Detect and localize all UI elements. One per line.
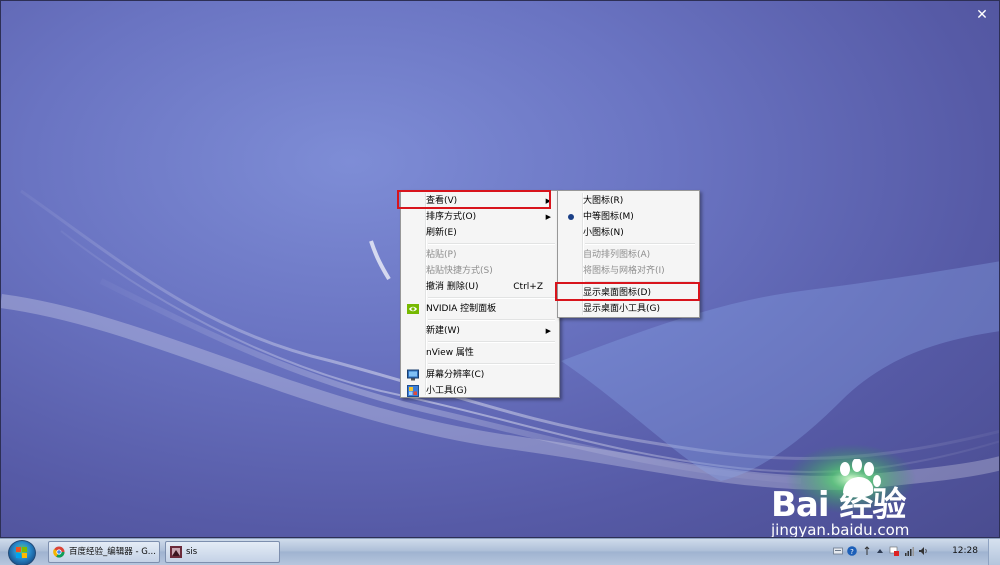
menu-item-new[interactable]: 新建(W) ▶ <box>403 323 557 339</box>
volume-icon[interactable] <box>918 546 928 556</box>
menu-item-paste-shortcut: 粘贴快捷方式(S) <box>403 263 557 279</box>
menu-item-label: 将图标与网格对齐(I) <box>583 266 665 276</box>
menu-item-large-icons[interactable]: 大图标(R) <box>560 193 697 209</box>
gadgets-icon <box>407 385 419 397</box>
menu-item-label: 小图标(N) <box>583 228 624 238</box>
menu-item-gadgets[interactable]: 小工具(G) <box>403 383 557 399</box>
taskbar-button-browser[interactable]: 百度经验_编辑器 - G... <box>48 541 160 563</box>
clock[interactable]: 12:28 <box>952 539 978 564</box>
radio-bullet-icon <box>568 214 574 220</box>
menu-item-label: 新建(W) <box>426 326 460 336</box>
start-button[interactable] <box>8 540 36 565</box>
flag-icon[interactable] <box>889 546 899 556</box>
menu-item-align-to-grid: 将图标与网格对齐(I) <box>560 263 697 279</box>
menu-item-label: 中等图标(M) <box>583 212 634 222</box>
menu-item-label: 刷新(E) <box>426 228 457 238</box>
taskbar-button-sis[interactable]: sis <box>165 541 280 563</box>
menu-item-label: 撤消 删除(U) <box>426 282 479 292</box>
menu-item-medium-icons[interactable]: 中等图标(M) <box>560 209 697 225</box>
show-desktop-button[interactable] <box>988 539 1000 565</box>
menu-item-label: NVIDIA 控制面板 <box>426 304 497 314</box>
menu-item-show-desktop-icons[interactable]: 显示桌面图标(D) <box>560 285 697 301</box>
taskbar: 百度经验_编辑器 - G... sis ? 12:28 <box>0 538 1000 565</box>
network-icon[interactable] <box>862 546 872 556</box>
keyboard-icon[interactable] <box>833 546 843 556</box>
menu-item-label: 粘贴(P) <box>426 250 457 260</box>
menu-item-small-icons[interactable]: 小图标(N) <box>560 225 697 241</box>
menu-item-label: 屏幕分辨率(C) <box>426 370 485 380</box>
taskbar-button-label: 百度经验_编辑器 - G... <box>69 547 156 557</box>
menu-item-nview-properties[interactable]: nView 属性 <box>403 345 557 361</box>
menu-item-show-desktop-gadgets[interactable]: 显示桌面小工具(G) <box>560 301 697 317</box>
submenu-arrow-icon: ▶ <box>545 327 551 335</box>
svg-text:?: ? <box>850 548 854 556</box>
menu-item-label: 小工具(G) <box>426 386 467 396</box>
menu-item-label: nView 属性 <box>426 348 474 358</box>
menu-item-nvidia-control-panel[interactable]: NVIDIA 控制面板 <box>403 301 557 317</box>
menu-item-label: 粘贴快捷方式(S) <box>426 266 493 276</box>
menu-item-auto-arrange: 自动排列图标(A) <box>560 247 697 263</box>
desktop[interactable]: ✕ 查看(V) ▶ 排序方式(O) ▶ 刷新(E) 粘贴(P) 粘贴快捷方式(S… <box>0 0 1000 538</box>
shortcut-label: Ctrl+Z <box>513 282 543 292</box>
menu-item-label: 查看(V) <box>426 196 458 206</box>
menu-item-paste: 粘贴(P) <box>403 247 557 263</box>
taskbar-button-label: sis <box>186 547 198 557</box>
menu-item-undo-delete[interactable]: 撤消 删除(U) Ctrl+Z <box>403 279 557 295</box>
menu-item-refresh[interactable]: 刷新(E) <box>403 225 557 241</box>
menu-item-label: 自动排列图标(A) <box>583 250 651 260</box>
app-icon <box>170 546 182 558</box>
show-hidden-icon[interactable] <box>875 546 885 556</box>
watermark-logo: Bai 经验 <box>771 485 906 525</box>
system-tray: ? 12:28 <box>825 539 1000 565</box>
submenu-arrow-icon: ▶ <box>545 213 551 221</box>
menu-item-label: 显示桌面图标(D) <box>583 288 651 298</box>
close-icon[interactable]: ✕ <box>973 6 991 24</box>
windows-logo-icon <box>16 547 27 558</box>
nvidia-icon <box>407 304 419 314</box>
chrome-icon <box>53 546 65 558</box>
menu-item-label: 大图标(R) <box>583 196 624 206</box>
monitor-icon <box>407 369 419 381</box>
menu-item-sort-by[interactable]: 排序方式(O) ▶ <box>403 209 557 225</box>
menu-item-screen-resolution[interactable]: 屏幕分辨率(C) <box>403 367 557 383</box>
signal-icon[interactable] <box>904 546 914 556</box>
menu-item-label: 显示桌面小工具(G) <box>583 304 660 314</box>
help-icon[interactable]: ? <box>847 546 857 556</box>
menu-item-view[interactable]: 查看(V) ▶ <box>403 193 557 209</box>
menu-item-label: 排序方式(O) <box>426 212 477 222</box>
submenu-arrow-icon: ▶ <box>545 197 551 205</box>
view-submenu: 大图标(R) 中等图标(M) 小图标(N) 自动排列图标(A) 将图标与网格对齐… <box>557 190 700 318</box>
watermark-url: jingyan.baidu.com <box>771 521 910 538</box>
baidu-jingyan-watermark: Bai 经验 jingyan.baidu.com <box>771 459 981 538</box>
desktop-context-menu: 查看(V) ▶ 排序方式(O) ▶ 刷新(E) 粘贴(P) 粘贴快捷方式(S) … <box>400 190 560 398</box>
